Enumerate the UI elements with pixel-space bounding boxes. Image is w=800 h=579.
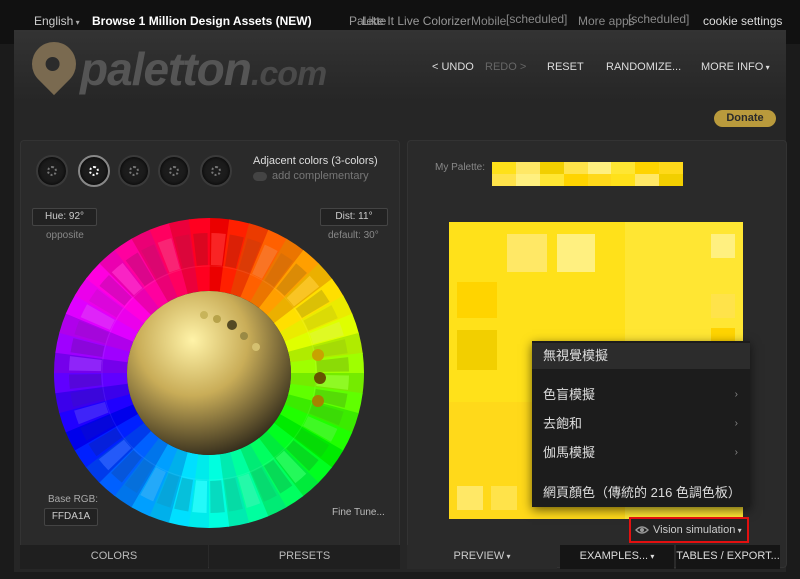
chevron-right-icon: › bbox=[734, 447, 738, 458]
palette-swatch[interactable] bbox=[539, 174, 564, 186]
toggle-icon bbox=[253, 171, 267, 181]
desaturate-item[interactable]: 去飽和 › bbox=[532, 411, 750, 437]
menu-item-label: 色盲模擬 bbox=[543, 387, 596, 402]
logo-name: paletton bbox=[80, 43, 252, 95]
live-colorizer-link[interactable]: Like It Live Colorizer bbox=[362, 14, 471, 28]
site-header: paletton.com < UNDO REDO > RESET RANDOMI… bbox=[14, 30, 786, 102]
preview-block bbox=[507, 234, 547, 272]
menu-item-label: 去飽和 bbox=[543, 416, 583, 431]
adjacent-icon bbox=[89, 166, 99, 176]
free-style-scheme-button[interactable] bbox=[200, 155, 232, 187]
palette-swatch[interactable] bbox=[492, 174, 516, 186]
web-safe-colors-item[interactable]: 網頁顏色（傳統的 216 色調色板） bbox=[532, 480, 750, 506]
base-rgb-label: Base RGB: bbox=[48, 494, 99, 505]
vision-simulation-label: Vision simulation bbox=[653, 519, 742, 542]
add-complementary-toggle[interactable]: add complementary bbox=[253, 170, 369, 182]
palette-swatch[interactable] bbox=[563, 174, 588, 186]
reset-button[interactable]: RESET bbox=[547, 61, 584, 73]
color-wheel[interactable] bbox=[54, 218, 364, 528]
site-logo[interactable]: paletton.com bbox=[80, 42, 327, 96]
randomize-button[interactable]: RANDOMIZE... bbox=[606, 61, 681, 73]
tab-presets[interactable]: PRESETS bbox=[209, 545, 400, 569]
donate-button[interactable]: Donate bbox=[714, 110, 776, 127]
undo-button[interactable]: < UNDO bbox=[432, 61, 474, 73]
palette-swatch[interactable] bbox=[515, 162, 540, 174]
mono-icon bbox=[47, 166, 57, 176]
tetrad-icon bbox=[169, 166, 179, 176]
chevron-right-icon: › bbox=[734, 418, 738, 429]
mobile-scheduled-badge: [scheduled] bbox=[506, 12, 568, 26]
vision-simulation-menu: 無視覺模擬 色盲模擬 › 去飽和 › 伽馬模擬 › 網頁顏色（傳統的 216 色調色板… bbox=[532, 341, 750, 507]
language-selector[interactable]: English bbox=[34, 14, 80, 28]
tab-colors[interactable]: COLORS bbox=[20, 545, 208, 569]
preview-block bbox=[457, 486, 483, 510]
palette-swatch[interactable] bbox=[587, 174, 612, 186]
redo-button[interactable]: REDO > bbox=[485, 61, 526, 73]
logo-tld: .com bbox=[250, 55, 327, 93]
palette-swatch[interactable] bbox=[611, 162, 636, 174]
palette-swatch[interactable] bbox=[659, 174, 683, 186]
chevron-right-icon: › bbox=[734, 389, 738, 400]
triad-icon bbox=[129, 166, 139, 176]
preview-block bbox=[711, 234, 735, 258]
scheme-name: Adjacent colors (3-colors) bbox=[253, 155, 378, 167]
palette-swatch[interactable] bbox=[515, 174, 540, 186]
preview-block bbox=[711, 294, 735, 318]
no-simulation-item[interactable]: 無視覺模擬 bbox=[532, 343, 750, 369]
palette-swatch[interactable] bbox=[611, 174, 636, 186]
tetrad-scheme-button[interactable] bbox=[158, 155, 190, 187]
palette-swatch[interactable] bbox=[539, 162, 564, 174]
browse-assets-link[interactable]: Browse 1 Million Design Assets (NEW) bbox=[92, 14, 312, 28]
more-apps-scheduled-badge: [scheduled] bbox=[628, 12, 690, 26]
palette-swatch[interactable] bbox=[563, 162, 588, 174]
menu-item-label: 無視覺模擬 bbox=[543, 348, 609, 363]
eye-icon bbox=[635, 526, 649, 534]
vision-simulation-button[interactable]: Vision simulation bbox=[629, 517, 749, 543]
menu-item-label: 伽馬模擬 bbox=[543, 445, 596, 460]
palette-swatch[interactable] bbox=[635, 162, 660, 174]
gamma-item[interactable]: 伽馬模擬 › bbox=[532, 440, 750, 466]
fine-tune-link[interactable]: Fine Tune... bbox=[332, 507, 385, 518]
preview-block bbox=[557, 234, 595, 272]
preview-block bbox=[457, 330, 497, 370]
my-palette-label: My Palette: bbox=[435, 162, 486, 173]
more-info-menu[interactable]: MORE INFO bbox=[701, 61, 770, 73]
cookie-settings-link[interactable]: cookie settings bbox=[703, 14, 782, 28]
add-complementary-label: add complementary bbox=[272, 170, 369, 182]
preview-block bbox=[457, 282, 497, 318]
palette-swatch[interactable] bbox=[492, 162, 516, 174]
mono-scheme-button[interactable] bbox=[36, 155, 68, 187]
preview-block bbox=[491, 486, 517, 510]
adjacent-scheme-button[interactable] bbox=[78, 155, 110, 187]
palette-swatches[interactable] bbox=[492, 162, 683, 186]
palette-swatch[interactable] bbox=[587, 162, 612, 174]
tab-tables-export[interactable]: TABLES / EXPORT... bbox=[676, 545, 780, 569]
tab-preview[interactable]: PREVIEW bbox=[407, 545, 557, 569]
triad-scheme-button[interactable] bbox=[118, 155, 150, 187]
paletton-logo-icon bbox=[22, 32, 86, 96]
base-rgb-field[interactable]: FFDA1A bbox=[44, 508, 98, 526]
mobile-link[interactable]: Mobile bbox=[471, 14, 506, 28]
palette-swatch[interactable] bbox=[635, 174, 660, 186]
menu-item-label: 網頁顏色（傳統的 216 色調色板） bbox=[543, 485, 741, 500]
gear-icon bbox=[211, 166, 221, 176]
more-apps-link[interactable]: More apps bbox=[578, 14, 635, 28]
color-blindness-item[interactable]: 色盲模擬 › bbox=[532, 382, 750, 408]
shade-disc[interactable] bbox=[127, 291, 291, 455]
palette-swatch[interactable] bbox=[659, 162, 683, 174]
tab-examples[interactable]: EXAMPLES... bbox=[560, 545, 674, 569]
